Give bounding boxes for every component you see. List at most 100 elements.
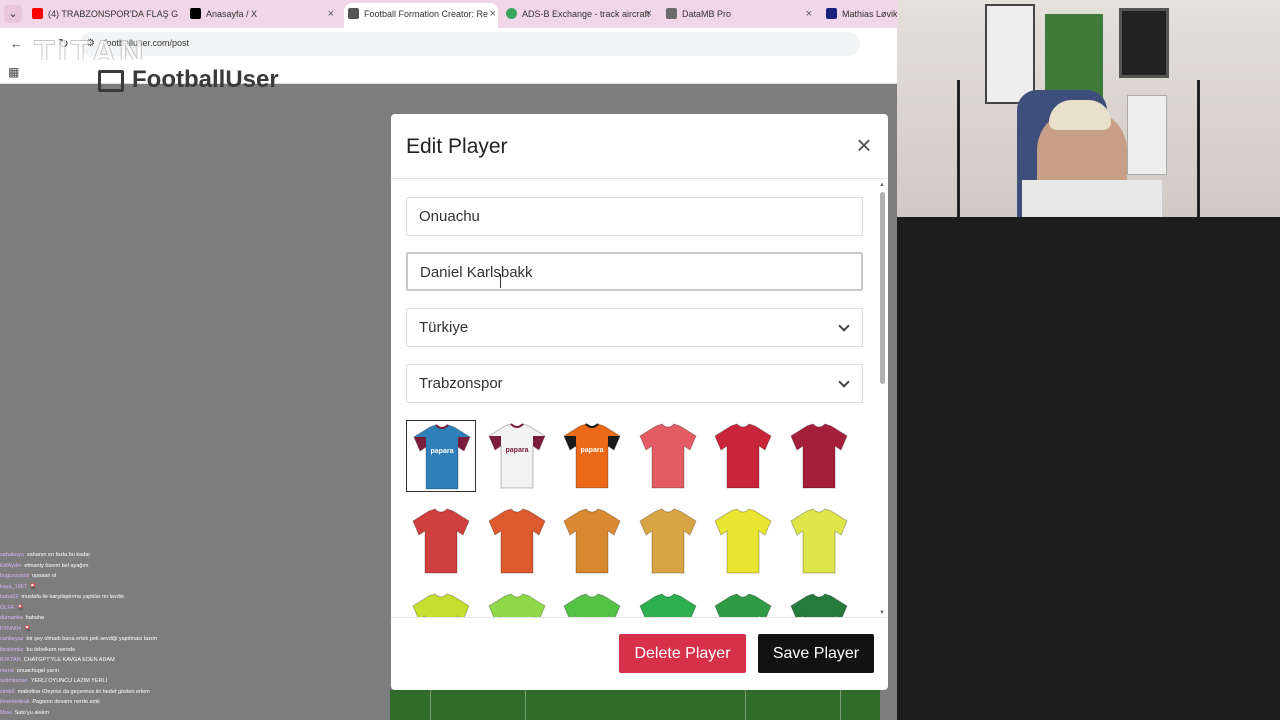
jersey-icon	[563, 508, 621, 574]
scroll-thumb[interactable]	[880, 192, 885, 384]
chat-message: canbeyaz bir şey olmadı bana ertek pek se…	[0, 634, 200, 645]
jersey-option-chartreuse[interactable]	[406, 590, 476, 617]
chat-username: selimkanan	[0, 678, 28, 684]
tab-x[interactable]: Anasayfa / X ×	[186, 3, 336, 25]
chat-message: baba02 mustafa ile karşılaştırma yaptılar…	[0, 592, 200, 603]
jersey-icon	[714, 508, 773, 574]
jersey-option-trabzonspor-away[interactable]: papara	[482, 420, 552, 492]
chat-text: onuachugel yarın	[16, 667, 59, 674]
fm-icon	[826, 8, 837, 19]
delete-player-button[interactable]: Delete Player	[619, 634, 746, 673]
scroll-up-icon[interactable]: ▲	[879, 182, 885, 188]
jersey-icon	[639, 423, 697, 489]
jersey-icon	[563, 593, 621, 617]
chat-message: ibrahimkz bu tebelkem nerede	[0, 645, 200, 656]
jersey-option-light-green[interactable]	[482, 590, 552, 617]
tab-search-icon[interactable]: ⌄	[4, 5, 22, 23]
jersey-option-trabzonspor-third[interactable]: papara	[557, 420, 627, 492]
chat-username: ibrahimkz	[0, 646, 24, 653]
jersey-icon: papara	[563, 423, 621, 489]
chat-text: 🎴	[17, 604, 24, 611]
jersey-option-forest[interactable]	[708, 590, 778, 617]
jersey-option-coral[interactable]	[633, 420, 703, 492]
close-tab-icon[interactable]: ×	[806, 3, 812, 25]
jersey-icon	[639, 593, 697, 617]
formation-pitch	[390, 690, 880, 720]
chat-username: dumanka	[0, 615, 23, 621]
jersey-icon: papara	[413, 424, 471, 490]
apps-grid-icon[interactable]: ▦	[8, 65, 19, 79]
chat-username: cimb9	[0, 688, 15, 695]
chat-username: sahaboyu	[0, 552, 24, 558]
scroll-down-icon[interactable]: ▼	[879, 610, 885, 616]
tab-datamb[interactable]: DataMB Pro ×	[662, 3, 814, 25]
wall-frame	[1119, 8, 1169, 78]
jersey-option-yellow[interactable]	[708, 505, 778, 577]
jersey-icon	[639, 508, 697, 574]
edit-player-modal: Edit Player × Onuachu Daniel Karlsbakk T…	[391, 114, 888, 690]
jersey-option-maroon[interactable]	[784, 420, 854, 492]
save-player-button[interactable]: Save Player	[758, 634, 874, 673]
tab-football-formation[interactable]: Football Formation Creator: Re ×	[344, 3, 498, 28]
chat-username: Mavi	[0, 709, 12, 716]
player-full-name-input[interactable]: Daniel Karlsbakk	[406, 252, 863, 291]
chat-text: sahanın en fazla bu kadar	[26, 552, 91, 558]
chevron-down-icon	[838, 320, 850, 332]
jersey-icon	[790, 593, 848, 617]
chat-message: sahaboyu sahanın en fazla bu kadar	[0, 550, 200, 561]
tab-youtube[interactable]: (4) TRABZONSPOR'DA FLAŞ G	[28, 3, 178, 25]
address-bar[interactable]	[80, 32, 860, 56]
close-tab-icon[interactable]: ×	[490, 3, 496, 25]
chat-text: YERLİ OYUNCU LAZIM YERLİ	[30, 678, 108, 684]
chat-message: FYNN04 🎴	[0, 624, 200, 635]
jersey-option-lime-yellow[interactable]	[784, 505, 854, 577]
chat-message: cimb9 mabotkar iDeyiniz da geçerince iki …	[0, 687, 200, 698]
site-logo[interactable]: FootballUser	[98, 66, 279, 94]
back-icon[interactable]: ←	[10, 36, 23, 51]
jersey-icon	[412, 508, 470, 574]
chat-username: OLFA	[0, 604, 15, 611]
jersey-option-green[interactable]	[557, 590, 627, 617]
chat-message: BJKTAN CHATGPT'YLE KAVGA EDEN ADAM	[0, 655, 200, 666]
jersey-icon	[487, 508, 546, 574]
jersey-option-emerald[interactable]	[633, 590, 703, 617]
jersey-option-dark-green[interactable]	[784, 590, 854, 617]
close-icon[interactable]: ×	[852, 132, 876, 158]
chat-message: kaya_1967 🎴	[0, 582, 200, 593]
chat-text: 🎴	[29, 583, 37, 590]
jersey-sponsor-text: papara	[505, 447, 528, 454]
webcam-feed	[897, 0, 1280, 217]
chat-text: hahaha	[25, 615, 44, 621]
modal-scrollbar[interactable]: ▲ ▼	[879, 180, 886, 617]
tab-adsb[interactable]: ADS-B Exchange - track aircraft ×	[502, 3, 654, 25]
chat-username: ElifAydin	[0, 562, 22, 569]
jersey-sponsor-text: papara	[431, 448, 454, 455]
chat-username: ilmentedeali	[0, 699, 30, 705]
chat-username: FYNN04	[0, 625, 22, 632]
chat-message: bugunasistii opaaan ol	[0, 571, 200, 582]
country-select[interactable]: Türkiye	[406, 308, 863, 347]
jersey-option-orange-red[interactable]	[482, 505, 552, 577]
stream-background	[897, 217, 1280, 720]
chat-message: ilmentedeali Paganın devamı nerde amk	[0, 697, 200, 708]
club-select[interactable]: Trabzonspor	[406, 364, 863, 403]
chat-username: BJKTAN	[0, 657, 21, 663]
chevron-down-icon	[838, 376, 850, 388]
tactics-board	[985, 4, 1035, 104]
close-tab-icon[interactable]: ×	[328, 3, 334, 25]
player-short-name-input[interactable]: Onuachu	[406, 197, 863, 236]
chat-message: ElifAydin efmanty bizem bel ayağım	[0, 561, 200, 572]
modal-header: Edit Player ×	[391, 114, 888, 179]
jersey-option-gold[interactable]	[633, 505, 703, 577]
chat-text: mabotkar iDeyiniz da geçerince iki hedef…	[17, 688, 150, 695]
jersey-option-orange[interactable]	[557, 505, 627, 577]
close-tab-icon[interactable]: ×	[646, 3, 652, 25]
chat-text: CHATGPT'YLE KAVGA EDEN ADAM	[23, 657, 115, 663]
chat-message: dumanka hahaha	[0, 613, 200, 624]
tab-mathias[interactable]: Mathias Løvik -	[822, 3, 897, 25]
chat-text: Sato'yu alalım	[14, 709, 49, 716]
jersey-option-red[interactable]	[708, 420, 778, 492]
modal-title: Edit Player	[406, 135, 508, 158]
jersey-option-trabzonspor-home[interactable]: papara	[406, 420, 476, 492]
jersey-option-brick[interactable]	[406, 505, 476, 577]
